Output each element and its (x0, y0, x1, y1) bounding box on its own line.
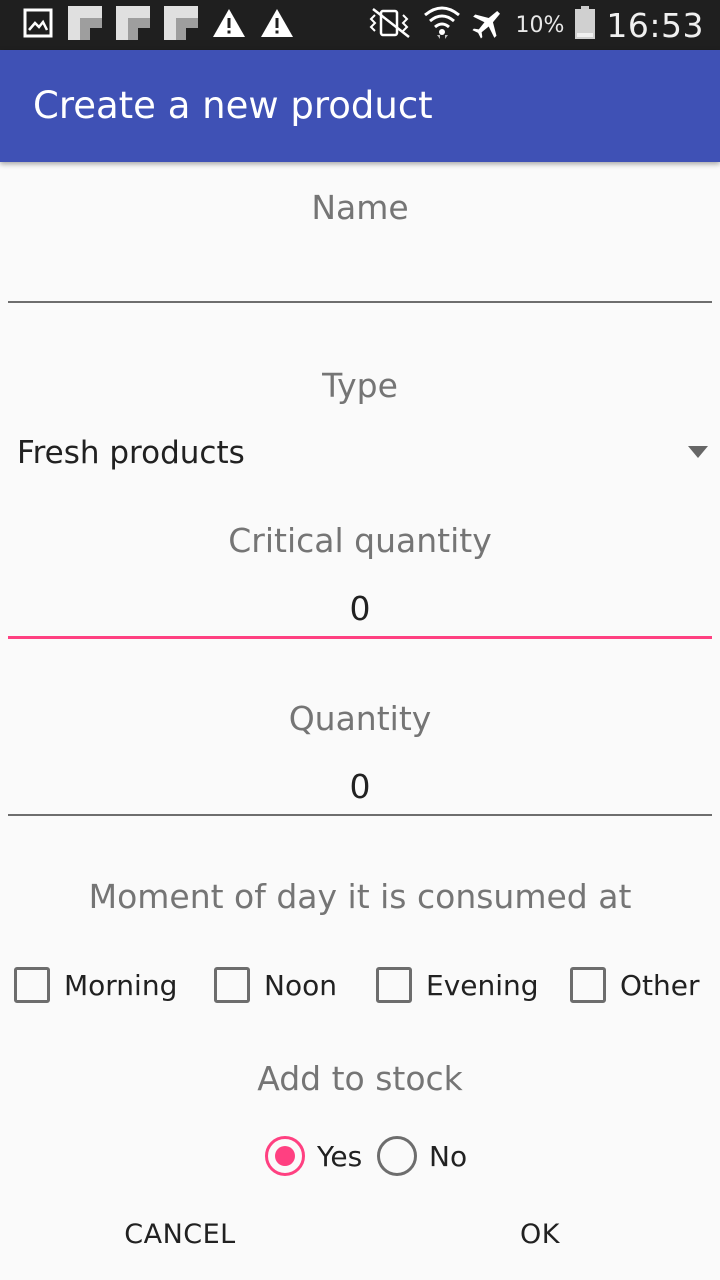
battery-icon (574, 6, 596, 44)
clock: 16:53 (606, 5, 704, 45)
wifi-icon (423, 5, 461, 45)
checkbox-other[interactable]: Other (570, 958, 700, 1012)
checkbox-label: Noon (264, 968, 337, 1002)
ok-button[interactable]: OK (460, 1208, 620, 1260)
radio-unchecked-icon (377, 1136, 417, 1176)
cancel-button[interactable]: CANCEL (80, 1208, 280, 1260)
name-input[interactable] (8, 255, 712, 299)
name-input-underline (8, 301, 712, 303)
radio-no[interactable]: No (377, 1132, 467, 1180)
warning-icon (212, 8, 246, 42)
app-bar: Create a new product (0, 50, 720, 162)
gallery-icon (22, 7, 54, 43)
quantity-input-underline (8, 814, 712, 816)
radio-label: Yes (317, 1139, 363, 1173)
notification-block-icon (68, 6, 102, 44)
radio-label: No (429, 1139, 468, 1173)
notification-block-icon (116, 6, 150, 44)
airplane-mode-icon (471, 6, 505, 44)
radio-yes[interactable]: Yes (265, 1132, 362, 1180)
checkbox-noon[interactable]: Noon (214, 958, 337, 1012)
checkbox-icon (214, 967, 250, 1003)
checkbox-label: Evening (426, 968, 539, 1002)
radio-checked-icon (265, 1136, 305, 1176)
add-to-stock-radio-group: Yes No (0, 1132, 720, 1180)
checkbox-label: Morning (64, 968, 178, 1002)
checkbox-label: Other (620, 968, 700, 1002)
type-spinner[interactable]: Fresh products (0, 425, 720, 485)
status-bar-system: 10% 16:53 (367, 4, 704, 46)
notification-block-icon (164, 6, 198, 44)
page-title: Create a new product (33, 84, 433, 127)
quantity-input[interactable]: 0 (8, 767, 712, 806)
critical-quantity-input[interactable]: 0 (8, 589, 712, 628)
name-label: Name (311, 188, 409, 227)
quantity-label: Quantity (288, 699, 432, 738)
moment-checkboxes: Morning Noon Evening Other (0, 958, 720, 1012)
checkbox-icon (570, 967, 606, 1003)
status-bar-notifications (22, 6, 294, 44)
vibrate-icon (367, 7, 413, 43)
warning-icon (260, 8, 294, 42)
checkbox-evening[interactable]: Evening (376, 958, 539, 1012)
checkbox-icon (376, 967, 412, 1003)
battery-percent: 10% (515, 12, 565, 38)
add-to-stock-label: Add to stock (257, 1059, 463, 1098)
type-spinner-value: Fresh products (17, 435, 245, 471)
moment-label: Moment of day it is consumed at (88, 877, 632, 916)
checkbox-icon (14, 967, 50, 1003)
type-label: Type (322, 366, 398, 405)
critical-quantity-label: Critical quantity (228, 521, 492, 560)
checkbox-morning[interactable]: Morning (14, 958, 177, 1012)
status-bar: 10% 16:53 (0, 0, 720, 50)
critical-quantity-input-underline (8, 636, 712, 639)
dropdown-arrow-icon (688, 446, 708, 458)
